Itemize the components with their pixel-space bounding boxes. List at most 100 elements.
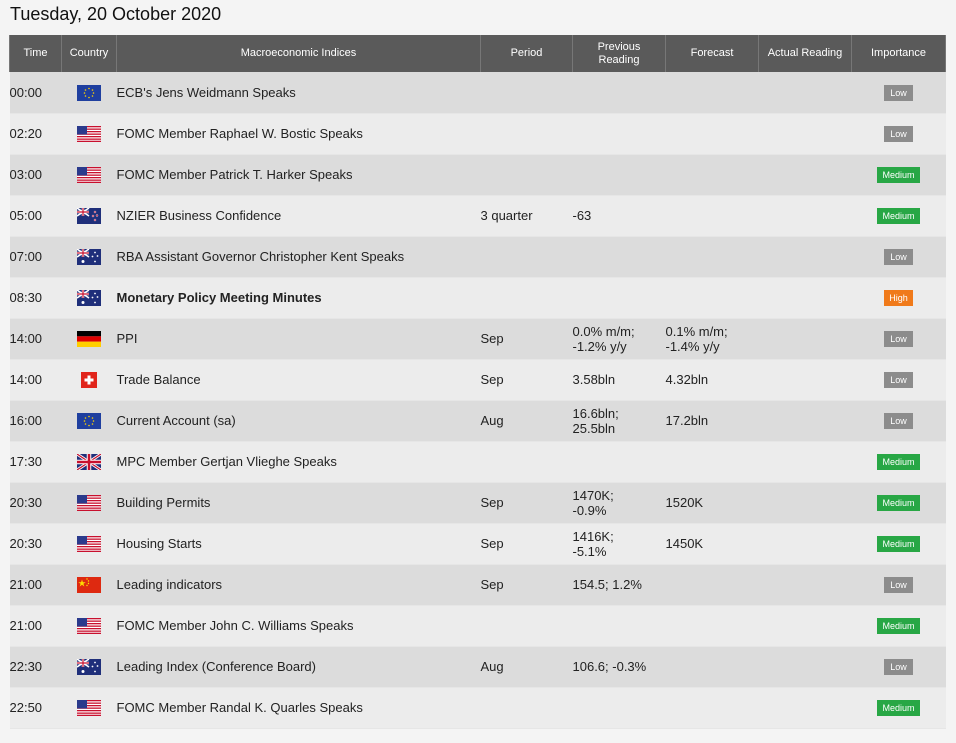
- importance-cell: Medium: [851, 523, 946, 565]
- header-previous: Previous Reading: [572, 35, 666, 72]
- us-flag-icon: [77, 125, 101, 142]
- importance-badge: Low: [884, 249, 913, 265]
- table-row: 03:00 FOMC Member Patrick T. Harker Speak…: [9, 154, 946, 196]
- country-cell: [61, 72, 117, 114]
- event-name: Leading Index (Conference Board): [116, 646, 481, 688]
- previous-reading: 16.6bln; 25.5bln: [572, 400, 666, 442]
- forecast-line-1: 17.2bln: [665, 413, 709, 428]
- forecast-value: [665, 687, 759, 729]
- previous-reading: [572, 687, 666, 729]
- previous-line-1: 1470K;: [572, 487, 614, 503]
- forecast-line-1: 0.1% m/m;: [665, 323, 728, 339]
- country-cell: [61, 154, 117, 196]
- event-period: Aug: [480, 400, 573, 442]
- country-cell: [61, 400, 117, 442]
- actual-reading: [758, 113, 852, 155]
- ch-flag-icon: [77, 371, 101, 388]
- previous-line-1: 1416K;: [572, 528, 614, 544]
- forecast-value: 17.2bln: [665, 400, 759, 442]
- event-time: 08:30: [9, 277, 62, 319]
- forecast-line-1: 4.32bln: [665, 372, 709, 387]
- country-cell: [61, 113, 117, 155]
- forecast-value: [665, 195, 759, 237]
- forecast-line-2: -1.4% y/y: [665, 338, 720, 354]
- importance-cell: High: [851, 277, 946, 319]
- event-name: Current Account (sa): [116, 400, 481, 442]
- forecast-value: 1520K: [665, 482, 759, 524]
- importance-badge: High: [884, 290, 913, 306]
- importance-cell: Low: [851, 646, 946, 688]
- event-time: 02:20: [9, 113, 62, 155]
- previous-line-2: -0.9%: [572, 502, 607, 518]
- forecast-value: 1450K: [665, 523, 759, 565]
- previous-line-2: -1.2% y/y: [572, 338, 627, 354]
- country-cell: [61, 605, 117, 647]
- table-row: 21:00 FOMC Member John C. Williams Speaks…: [9, 605, 946, 647]
- country-cell: [61, 482, 117, 524]
- table-row: 21:00 Leading indicators Sep 154.5; 1.2% Low: [9, 564, 946, 606]
- event-period: [480, 605, 573, 647]
- event-time: 17:30: [9, 441, 62, 483]
- previous-reading: 3.58bln: [572, 359, 666, 401]
- previous-reading: [572, 72, 666, 114]
- forecast-value: [665, 72, 759, 114]
- event-name: NZIER Business Confidence: [116, 195, 481, 237]
- us-flag-icon: [77, 699, 101, 716]
- previous-line-1: 3.58bln: [572, 372, 616, 387]
- table-row: 07:00 RBA Assistant Governor Christopher …: [9, 236, 946, 278]
- event-period: Sep: [480, 523, 573, 565]
- importance-badge: Medium: [877, 618, 920, 634]
- previous-reading: [572, 154, 666, 196]
- event-period: Sep: [480, 564, 573, 606]
- forecast-value: [665, 113, 759, 155]
- actual-reading: [758, 482, 852, 524]
- event-name: FOMC Member Patrick T. Harker Speaks: [116, 154, 481, 196]
- event-name: Trade Balance: [116, 359, 481, 401]
- economic-calendar-table: Time Country Macroeconomic Indices Perio…: [9, 35, 946, 729]
- event-time: 16:00: [9, 400, 62, 442]
- importance-cell: Medium: [851, 441, 946, 483]
- forecast-line-1: 1450K: [665, 536, 704, 551]
- table-row: 02:20 FOMC Member Raphael W. Bostic Speak…: [9, 113, 946, 155]
- actual-reading: [758, 318, 852, 360]
- header-indices: Macroeconomic Indices: [116, 35, 481, 72]
- table-row: 08:30 Monetary Policy Meeting Minutes High: [9, 277, 946, 319]
- event-name: FOMC Member John C. Williams Speaks: [116, 605, 481, 647]
- event-name: PPI: [116, 318, 481, 360]
- event-period: Sep: [480, 482, 573, 524]
- importance-badge: Medium: [877, 495, 920, 511]
- event-period: [480, 687, 573, 729]
- importance-badge: Medium: [877, 700, 920, 716]
- forecast-value: 4.32bln: [665, 359, 759, 401]
- table-row: 14:00 PPI Sep 0.0% m/m; -1.2% y/y 0.1% m/m; -1…: [9, 318, 946, 360]
- event-time: 20:30: [9, 482, 62, 524]
- country-cell: [61, 359, 117, 401]
- event-name: Housing Starts: [116, 523, 481, 565]
- actual-reading: [758, 564, 852, 606]
- table-row: 17:30 MPC Member Gertjan Vlieghe Speaks Me…: [9, 441, 946, 483]
- importance-badge: Medium: [877, 536, 920, 552]
- header-period: Period: [480, 35, 573, 72]
- importance-badge: Low: [884, 577, 913, 593]
- event-name: Leading indicators: [116, 564, 481, 606]
- previous-line-2: -5.1%: [572, 543, 607, 559]
- event-time: 22:50: [9, 687, 62, 729]
- previous-reading: [572, 277, 666, 319]
- nz-flag-icon: [76, 207, 101, 224]
- forecast-value: [665, 236, 759, 278]
- event-period: [480, 277, 573, 319]
- previous-line-1: 0.0% m/m;: [572, 323, 635, 339]
- event-period: [480, 441, 573, 483]
- actual-reading: [758, 195, 852, 237]
- au-flag-icon: [76, 248, 101, 265]
- event-name: Building Permits: [116, 482, 481, 524]
- previous-reading: 1470K; -0.9%: [572, 482, 666, 524]
- us-flag-icon: [77, 535, 101, 552]
- event-time: 00:00: [9, 72, 62, 114]
- country-cell: [61, 195, 117, 237]
- previous-reading: [572, 236, 666, 278]
- au-flag-icon: [76, 289, 101, 306]
- actual-reading: [758, 72, 852, 114]
- us-flag-icon: [77, 166, 101, 183]
- actual-reading: [758, 687, 852, 729]
